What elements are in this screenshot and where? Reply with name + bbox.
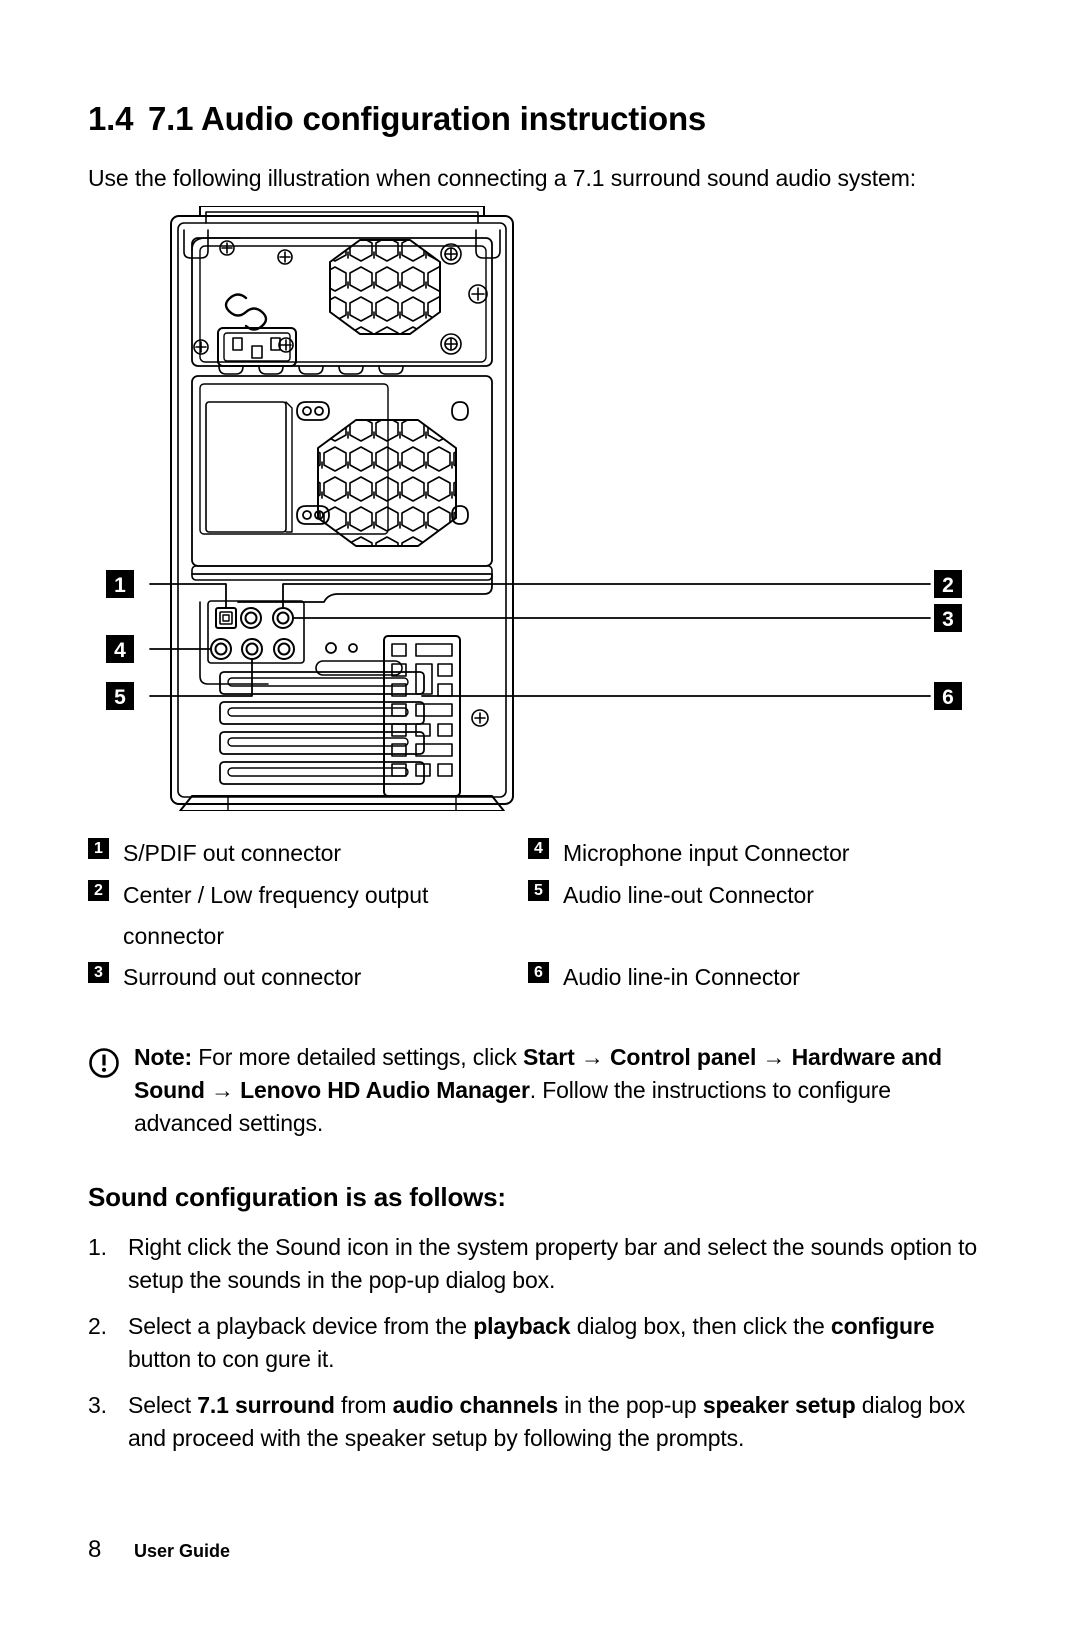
- legend-item-6: 6 Audio line-in Connector: [528, 957, 992, 999]
- section-title: 7.1 Audio configuration instructions: [148, 100, 707, 137]
- steps-list: 1. Right click the Sound icon in the sys…: [88, 1213, 992, 1455]
- legend-item-5: 5 Audio line-out Connector: [528, 875, 992, 917]
- legend-item-2-continuation: connector: [88, 917, 528, 957]
- legend-item-4: 4 Microphone input Connector: [528, 833, 992, 875]
- step-1-text: Right click the Sound icon in the system…: [128, 1231, 992, 1297]
- note-text-1: For more detailed settings, click: [192, 1044, 523, 1070]
- step-3-part-3: from: [334, 1392, 393, 1418]
- legend-label-4: Microphone input Connector: [563, 840, 850, 866]
- subsection-title: Sound configuration is as follows:: [88, 1182, 506, 1212]
- step-2: 2. Select a playback device from the pla…: [88, 1310, 992, 1376]
- legend-label-1: S/PDIF out connector: [123, 840, 341, 866]
- step-1-part-1: Right click the Sound icon in the system…: [128, 1234, 977, 1293]
- step-1-number: 1.: [88, 1234, 107, 1260]
- legend-badge-6: 6: [528, 962, 549, 983]
- step-3-part-4: audio channels: [392, 1392, 558, 1418]
- step-2-part-4: configure: [830, 1313, 935, 1339]
- legend-item-3: 3 Surround out connector: [88, 957, 528, 999]
- legend-badge-4: 4: [528, 838, 549, 859]
- exclamation-circle-icon: [88, 1041, 124, 1140]
- note-arrow-2: →: [756, 1044, 792, 1070]
- step-2-part-2: playback: [473, 1313, 571, 1339]
- step-3: 3. Select 7.1 surround from audio channe…: [88, 1389, 992, 1455]
- step-2-number: 2.: [88, 1313, 107, 1339]
- step-2-part-1: Select a playback device from the: [128, 1313, 474, 1339]
- step-2-text: Select a playback device from the playba…: [128, 1310, 992, 1376]
- callout-3-label: 3: [942, 608, 954, 631]
- footer-page-number: 8: [88, 1536, 102, 1563]
- callout-2-label: 2: [942, 574, 954, 597]
- legend-badge-3: 3: [88, 962, 109, 983]
- section-number: 1.4: [88, 100, 134, 137]
- legend-badge-1: 1: [88, 838, 109, 859]
- legend-label-2-continuation: connector: [123, 923, 225, 949]
- step-3-text: Select 7.1 surround from audio channels …: [128, 1389, 992, 1455]
- legend-item-2: 2 Center / Low frequency output: [88, 875, 528, 917]
- callout-6-label: 6: [942, 686, 954, 709]
- intro-paragraph: Use the following illustration when conn…: [88, 165, 917, 191]
- step-3-part-6: speaker setup: [702, 1392, 856, 1418]
- legend-badge-2: 2: [88, 880, 109, 901]
- document-page: 1.4 7.1 Audio configuration instructions…: [0, 0, 1080, 1642]
- legend-item-1: 1 S/PDIF out connector: [88, 833, 528, 875]
- page-footer: 8 User Guide: [88, 1536, 230, 1564]
- note-arrow-1: →: [574, 1044, 610, 1070]
- step-3-part-5: in the pop-up: [558, 1392, 703, 1418]
- legend-label-5: Audio line-out Connector: [563, 882, 814, 908]
- legend-badge-5: 5: [528, 880, 549, 901]
- footer-label: User Guide: [134, 1541, 231, 1561]
- note-bold-start: Start: [522, 1044, 575, 1070]
- note-callout: Note: For more detailed settings, click …: [88, 1041, 992, 1140]
- legend-spacer: [528, 917, 992, 957]
- legend-label-6: Audio line-in Connector: [563, 964, 800, 990]
- callout-1-label: 1: [114, 574, 126, 597]
- step-3-part-2: 7.1 surround: [197, 1392, 335, 1418]
- computer-rear-panel-illustration: 1 4 5 2 3 6: [88, 206, 992, 811]
- step-2-part-3: dialog box, then click the: [570, 1313, 831, 1339]
- callout-5-label: 5: [114, 686, 126, 709]
- step-2-part-5: button to con gure it.: [128, 1346, 335, 1372]
- step-1: 1. Right click the Sound icon in the sys…: [88, 1231, 992, 1297]
- step-3-number: 3.: [88, 1392, 107, 1418]
- note-bold-control-panel: Control panel: [609, 1044, 757, 1070]
- page-title: 1.4 7.1 Audio configuration instructions: [88, 0, 992, 138]
- note-bold-audio-manager: Lenovo HD Audio Manager: [240, 1077, 530, 1103]
- connector-legend: 1 S/PDIF out connector 4 Microphone inpu…: [88, 833, 992, 999]
- callout-4-label: 4: [114, 639, 126, 662]
- step-3-part-1: Select: [128, 1392, 198, 1418]
- note-label: Note:: [134, 1044, 193, 1070]
- note-arrow-3: →: [204, 1077, 241, 1103]
- legend-label-3: Surround out connector: [123, 964, 362, 990]
- note-text: Note: For more detailed settings, click …: [134, 1041, 992, 1140]
- legend-label-2: Center / Low frequency output: [123, 882, 429, 908]
